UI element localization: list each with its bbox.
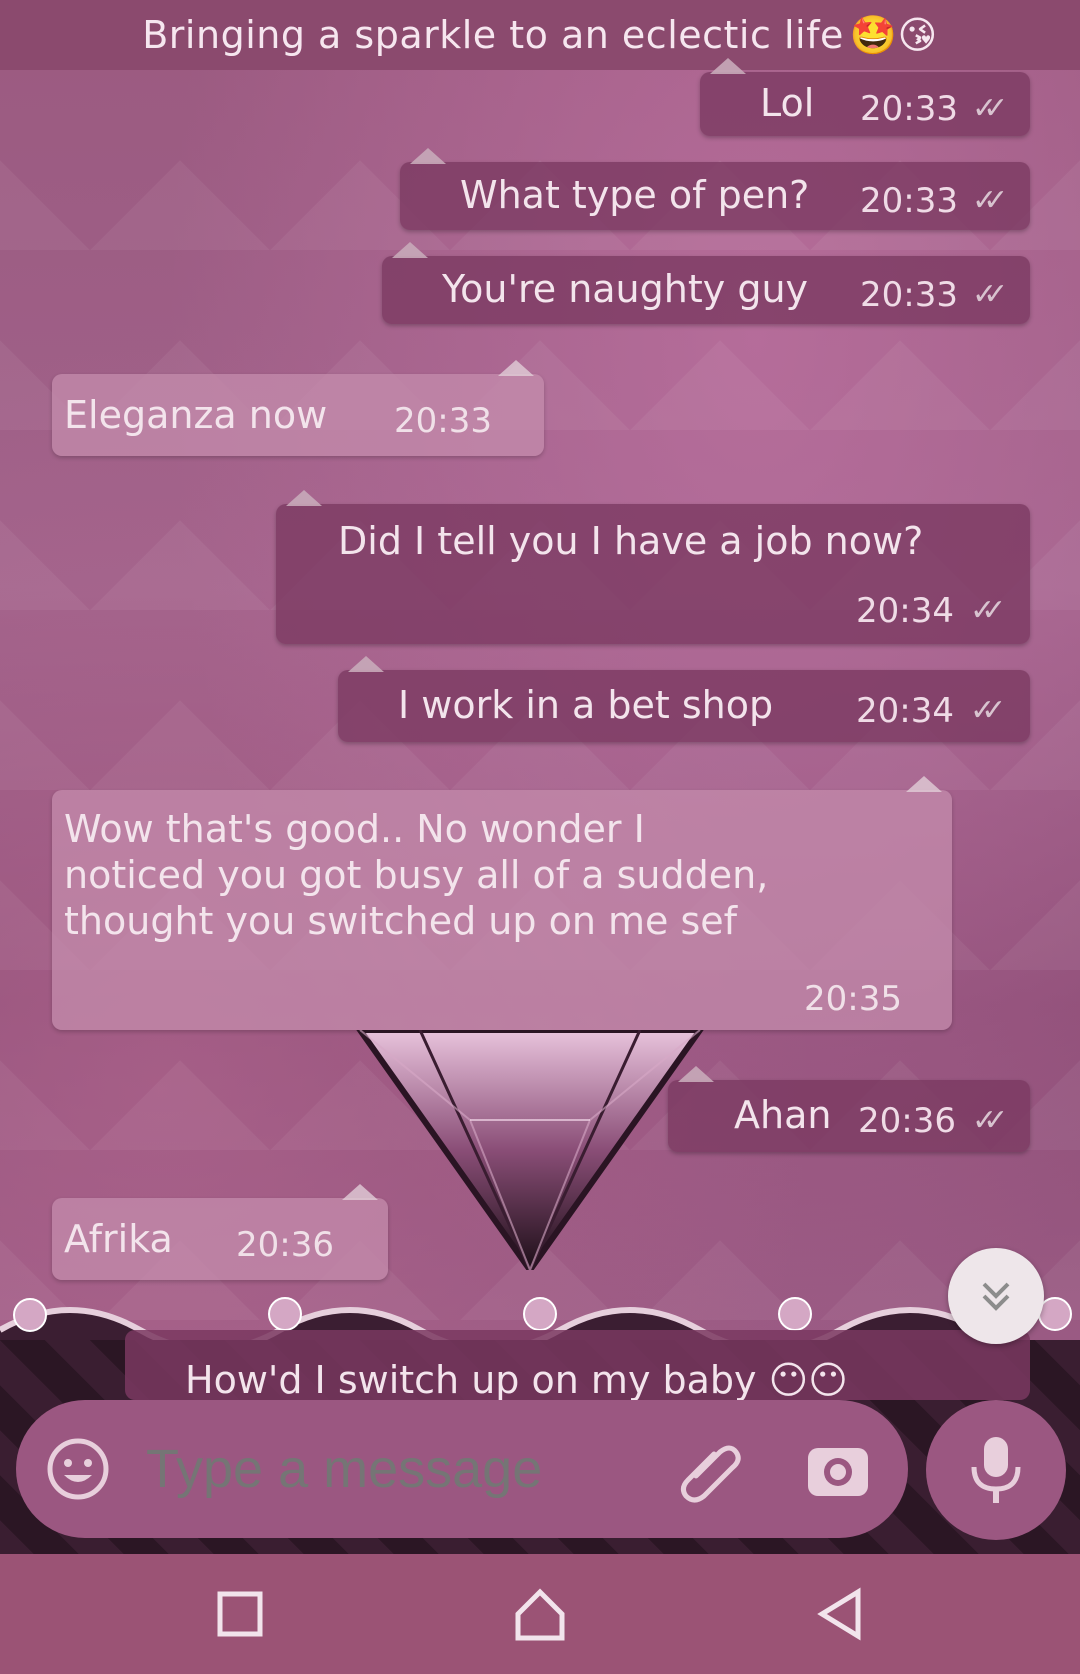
read-ticks-icon: ✓✓	[972, 91, 1008, 126]
message-text: What type of pen?	[460, 173, 810, 217]
heart-gem-decoration	[356, 1030, 704, 1270]
message-time: 20:33	[860, 181, 958, 221]
message-text: You're naughty guy	[442, 267, 809, 311]
message-time: 20:35	[804, 979, 902, 1019]
recents-icon[interactable]	[210, 1584, 270, 1644]
bubble-tail	[286, 490, 322, 506]
bubble-tail	[342, 1184, 378, 1200]
message-bubble-incoming[interactable]: Eleganza now 20:33	[52, 360, 544, 456]
message-bubble-incoming[interactable]: Afrika 20:36	[52, 1184, 388, 1280]
read-ticks-icon: ✓✓	[972, 183, 1008, 218]
message-bubble-outgoing[interactable]: I work in a bet shop 20:34 ✓✓	[338, 656, 1030, 742]
message-text: I work in a bet shop	[398, 683, 774, 727]
message-text: Afrika	[64, 1217, 173, 1261]
message-bubble-outgoing[interactable]: You're naughty guy 20:33 ✓✓	[382, 242, 1030, 324]
status-text: Bringing a sparkle to an eclectic life	[142, 13, 844, 57]
system-navigation-bar	[0, 1554, 1080, 1674]
read-ticks-icon: ✓✓	[970, 693, 1006, 728]
message-text-line: thought you switched up on me sef	[64, 899, 738, 943]
message-bubble-outgoing[interactable]: Ahan 20:36 ✓✓	[668, 1066, 1030, 1152]
scroll-to-bottom-button[interactable]	[948, 1248, 1044, 1344]
message-time: 20:36	[236, 1225, 334, 1265]
double-chevron-down-icon	[982, 1282, 1010, 1311]
message-time: 20:34	[856, 691, 954, 731]
bubble-tail	[498, 360, 534, 376]
voice-record-button[interactable]	[926, 1400, 1066, 1540]
message-input[interactable]	[146, 1438, 626, 1500]
message-bubble-incoming[interactable]: Wow that's good.. No wonder I noticed yo…	[52, 776, 952, 1030]
bubble-tail	[348, 656, 384, 672]
message-text-line: Wow that's good.. No wonder I	[64, 807, 645, 851]
home-icon[interactable]	[510, 1584, 570, 1644]
message-composer	[16, 1400, 908, 1538]
bubble-tail	[678, 1066, 714, 1082]
message-time: 20:36	[858, 1101, 956, 1141]
bubble-tail	[906, 776, 942, 792]
message-time: 20:33	[860, 275, 958, 315]
message-text: Lol	[760, 81, 815, 125]
attach-icon[interactable]	[676, 1436, 746, 1506]
read-ticks-icon: ✓✓	[970, 593, 1006, 628]
message-bubble-outgoing-partial[interactable]: How'd I switch up on my baby 😶😶	[125, 1330, 1030, 1400]
read-ticks-icon: ✓✓	[972, 277, 1008, 312]
status-emojis: 🤩😘	[849, 12, 938, 57]
message-text: How'd I switch up on my baby 😶😶	[185, 1358, 848, 1400]
message-time: 20:34	[856, 591, 954, 631]
message-time: 20:33	[860, 89, 958, 129]
message-text: Did I tell you I have a job now?	[338, 519, 924, 563]
bubble-tail	[392, 242, 428, 258]
message-text: Eleganza now	[64, 393, 328, 437]
bubble-tail	[710, 58, 746, 74]
message-text: Ahan	[734, 1093, 832, 1137]
mic-icon	[971, 1437, 1021, 1503]
message-time: 20:33	[394, 401, 492, 441]
message-text-line: noticed you got busy all of a sudden,	[64, 853, 769, 897]
back-icon[interactable]	[810, 1584, 870, 1644]
chat-screen: Bringing a sparkle to an eclectic life 🤩…	[0, 0, 1080, 1674]
message-bubble-outgoing[interactable]: Lol 20:33 ✓✓	[700, 58, 1030, 136]
chat-header-status[interactable]: Bringing a sparkle to an eclectic life 🤩…	[0, 0, 1080, 70]
bubble-tail	[410, 148, 446, 164]
message-bubble-outgoing[interactable]: What type of pen? 20:33 ✓✓	[400, 148, 1030, 230]
emoji-icon[interactable]	[46, 1437, 110, 1501]
camera-icon[interactable]	[806, 1438, 870, 1502]
message-bubble-outgoing[interactable]: Did I tell you I have a job now? 20:34 ✓…	[276, 490, 1030, 644]
read-ticks-icon: ✓✓	[972, 1103, 1008, 1138]
